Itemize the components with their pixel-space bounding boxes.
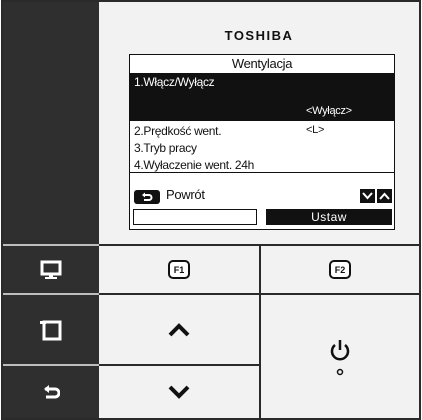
divider [3, 293, 99, 295]
lcd-screen: Wentylacja 1.Włącz/Wyłącz <Wyłącz> 2.Prę… [129, 54, 395, 230]
f2-button-label: F2 [329, 260, 351, 279]
f1-button-label: F1 [168, 260, 190, 279]
menu-item[interactable]: 3.Tryb pracy [134, 141, 197, 155]
back-label: Powrót [166, 187, 205, 202]
screen-title: Wentylacja [130, 55, 394, 74]
f2-button[interactable]: F2 [261, 246, 419, 293]
menu-button[interactable] [3, 295, 99, 364]
chevron-down-icon [362, 192, 373, 200]
back-icon [44, 385, 60, 399]
menu-item-label: 1.Włącz/Wyłącz [134, 75, 215, 89]
power-indicator-lamp-icon [336, 368, 344, 375]
remote-controller: TOSHIBA Wentylacja 1.Włącz/Wyłącz <Wyłąc… [1, 0, 421, 420]
left-softkey[interactable] [133, 209, 257, 225]
up-arrow-icon [168, 322, 190, 336]
power-button[interactable] [261, 295, 419, 418]
down-arrow-icon [168, 385, 190, 399]
back-button[interactable] [3, 366, 99, 418]
left-button-column [3, 2, 99, 418]
back-indicator [134, 190, 160, 204]
menu-item-label: 4.Wyłaczenie went. 24h [134, 158, 255, 172]
divider [130, 172, 394, 173]
up-button[interactable] [99, 295, 259, 364]
up-indicator [377, 189, 392, 203]
monitor-icon [40, 260, 62, 279]
menu-item-value: <Wyłącz> [306, 105, 352, 117]
down-button[interactable] [99, 366, 259, 418]
set-softkey[interactable]: Ustaw [266, 209, 392, 225]
power-icon [330, 339, 350, 360]
menu-item-value: <L> [306, 124, 325, 136]
menu-item-label: 3.Tryb pracy [134, 141, 197, 155]
chevron-up-icon [379, 192, 390, 200]
f1-button[interactable]: F1 [99, 246, 259, 293]
menu-item-label: 2.Prędkość went. [134, 124, 222, 138]
divider [3, 244, 99, 246]
menu-item[interactable]: 2.Prędkość went. <L> [134, 124, 324, 138]
monitor-button[interactable] [3, 246, 99, 293]
menu-icon [40, 320, 62, 340]
menu-item[interactable]: 4.Wyłaczenie went. 24h [134, 158, 254, 172]
down-indicator [360, 189, 375, 203]
brand-logo: TOSHIBA [224, 28, 294, 43]
menu-item-selected[interactable]: 1.Włącz/Wyłącz <Wyłącz> [130, 73, 394, 121]
divider [3, 364, 99, 366]
back-icon [142, 192, 153, 201]
